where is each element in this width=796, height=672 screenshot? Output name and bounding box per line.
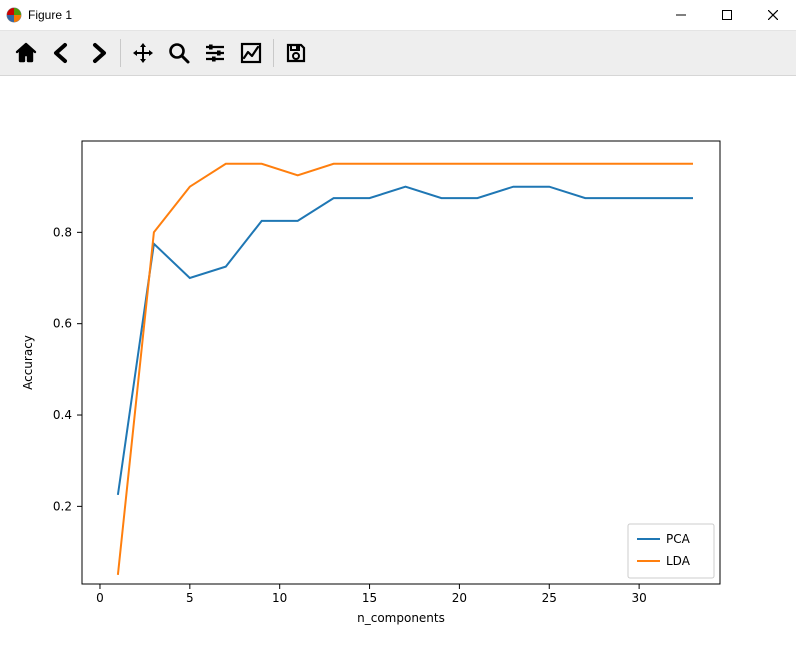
series-line-lda <box>118 164 693 575</box>
pan-icon[interactable] <box>125 35 161 71</box>
app-icon <box>6 7 22 23</box>
ytick-label: 0.2 <box>53 499 72 513</box>
axes-spines <box>82 141 720 584</box>
ytick-label: 0.8 <box>53 225 72 239</box>
toolbar-separator <box>120 39 121 67</box>
maximize-button[interactable] <box>704 0 750 30</box>
minimize-button[interactable] <box>658 0 704 30</box>
window-title: Figure 1 <box>28 8 72 22</box>
edit-axes-icon[interactable] <box>233 35 269 71</box>
plot-canvas[interactable]: 0 5 10 15 20 25 30 0.2 0.4 0.6 0.8 n_components Accu… <box>0 76 796 672</box>
forward-icon[interactable] <box>80 35 116 71</box>
configure-subplots-icon[interactable] <box>197 35 233 71</box>
xtick-label: 20 <box>452 591 467 605</box>
back-icon[interactable] <box>44 35 80 71</box>
xtick-label: 0 <box>96 591 104 605</box>
xtick-label: 10 <box>272 591 287 605</box>
ytick-label: 0.4 <box>53 408 72 422</box>
ylabel: Accuracy <box>21 335 35 390</box>
xlabel: n_components <box>357 611 445 625</box>
xtick-label: 30 <box>631 591 646 605</box>
save-icon[interactable] <box>278 35 314 71</box>
close-button[interactable] <box>750 0 796 30</box>
series-line-pca <box>118 187 693 495</box>
xtick-label: 5 <box>186 591 194 605</box>
legend-label: PCA <box>666 532 691 546</box>
home-icon[interactable] <box>8 35 44 71</box>
xtick-label: 25 <box>542 591 557 605</box>
xtick-label: 15 <box>362 591 377 605</box>
zoom-icon[interactable] <box>161 35 197 71</box>
toolbar-separator <box>273 39 274 67</box>
window-titlebar: Figure 1 <box>0 0 796 30</box>
legend-label: LDA <box>666 554 691 568</box>
ytick-label: 0.6 <box>53 317 72 331</box>
mpl-toolbar <box>0 30 796 76</box>
